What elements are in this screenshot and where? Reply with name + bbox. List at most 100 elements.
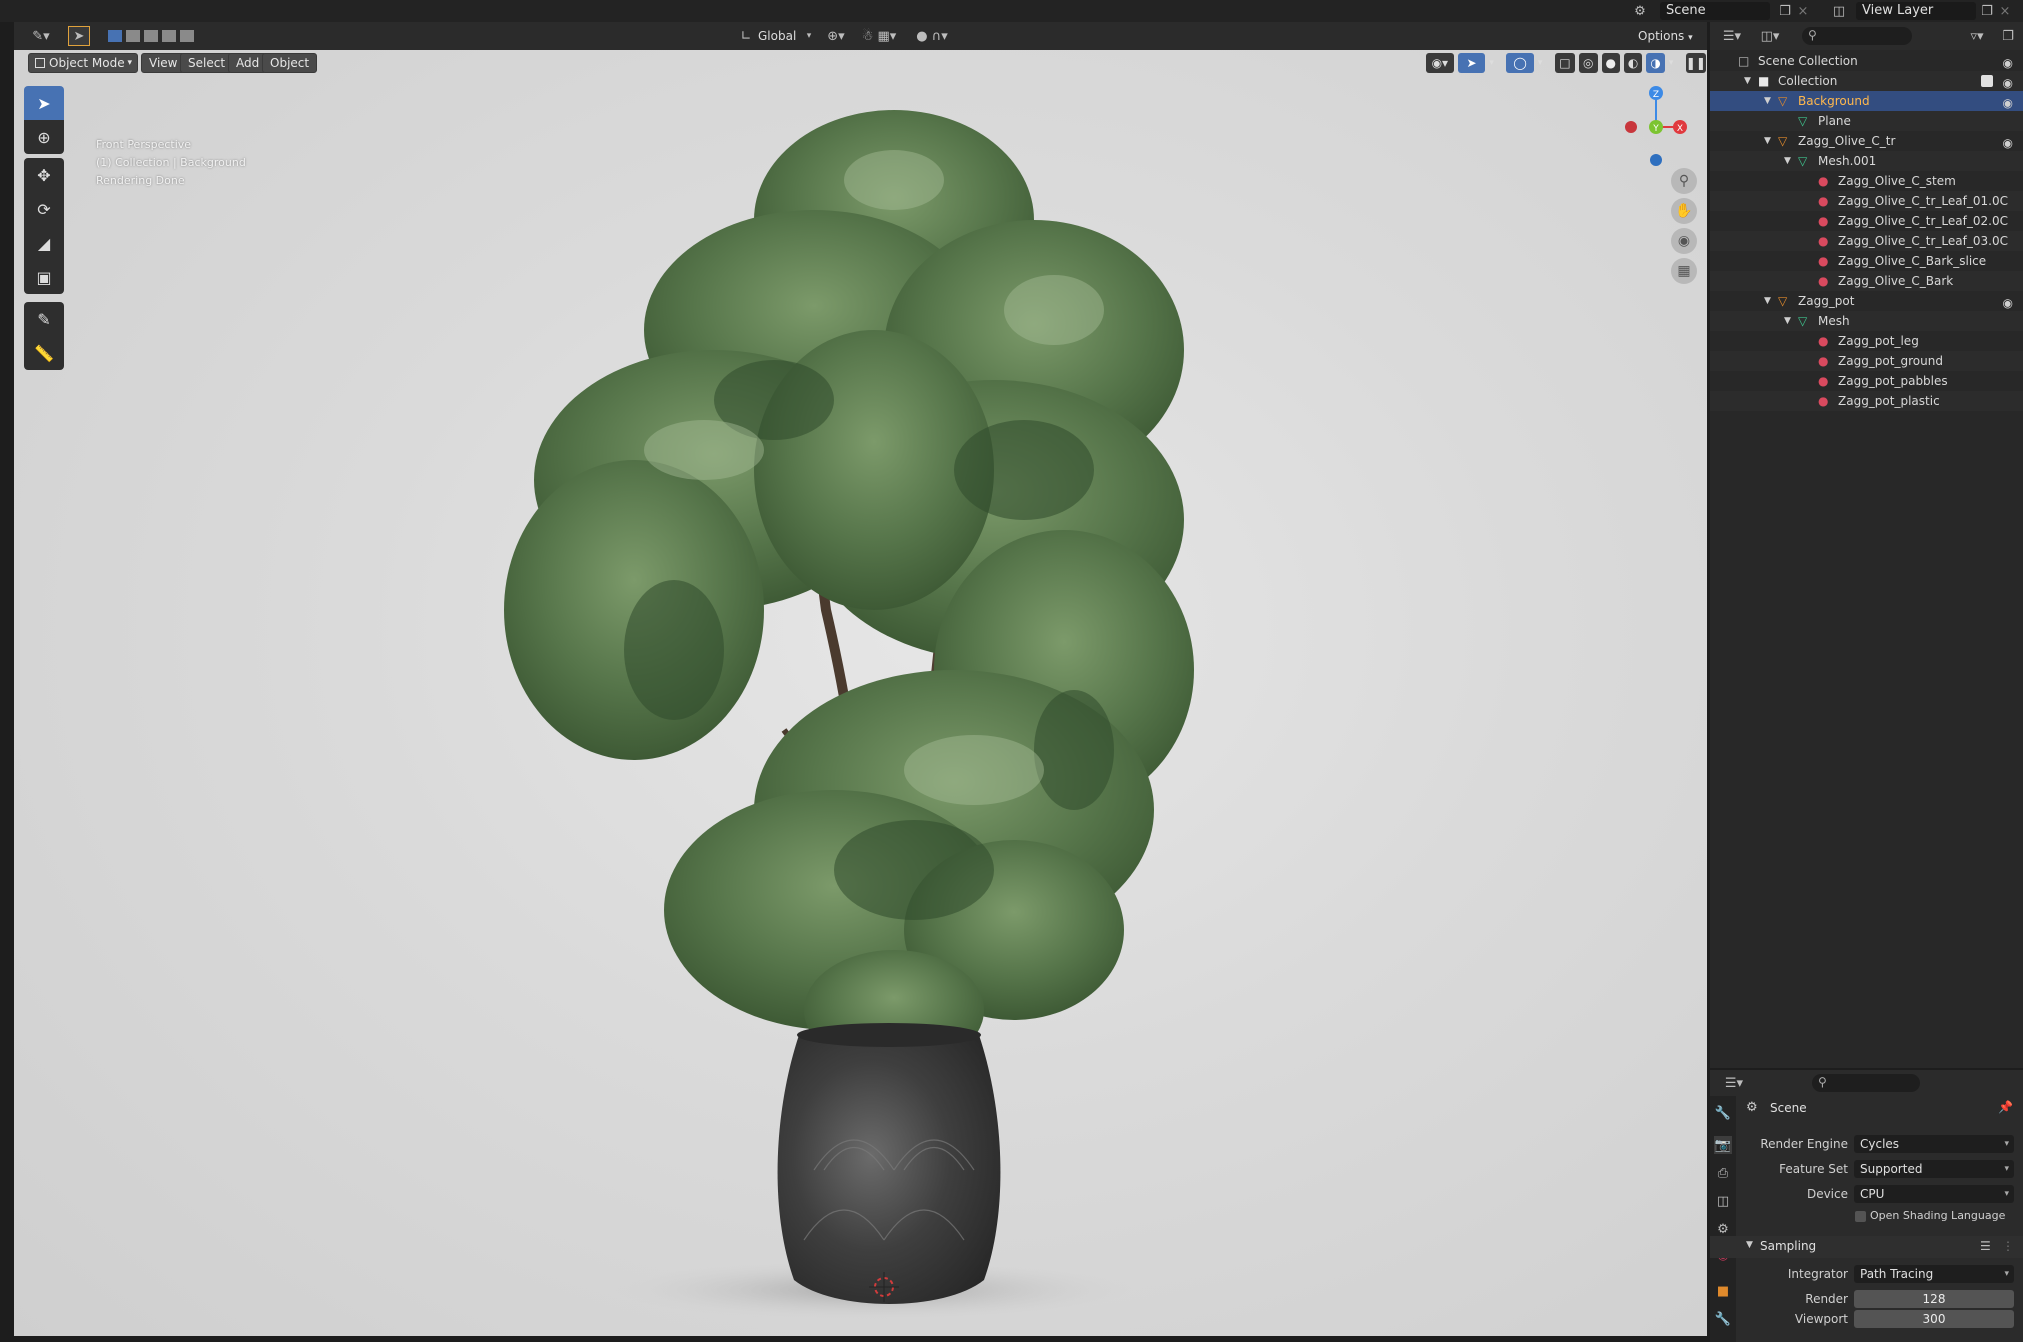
- select-menu[interactable]: Select: [180, 53, 234, 73]
- drag-handle-icon[interactable]: ⋮: [2002, 1239, 2014, 1253]
- osl-checkbox[interactable]: [1855, 1211, 1866, 1222]
- properties-editor-type-icon[interactable]: ☰▾: [1720, 1074, 1748, 1092]
- expand-toggle-icon[interactable]: ▼: [1784, 151, 1791, 171]
- camera-icon[interactable]: ◉: [1671, 228, 1697, 254]
- outliner-row-mesh[interactable]: ▼ ▽ Mesh: [1710, 311, 2023, 331]
- properties-search-input[interactable]: ⚲: [1812, 1074, 1920, 1092]
- outliner-row-zagg-olive-c-stem[interactable]: ● Zagg_Olive_C_stem: [1710, 171, 2023, 191]
- expand-toggle-icon[interactable]: ▼: [1764, 131, 1771, 151]
- proportional-editing-icon[interactable]: ● ∩▾: [912, 27, 952, 45]
- object-mode-dropdown[interactable]: Object Mode ▾: [28, 53, 138, 73]
- 3d-viewport[interactable]: Object Mode ▾ Front Perspective (1) Coll…: [14, 50, 1707, 1336]
- outliner-row-zagg-olive-c-tr-leaf-03-0c[interactable]: ● Zagg_Olive_C_tr_Leaf_03.0C: [1710, 231, 2023, 251]
- pin-icon[interactable]: 📌: [1998, 1100, 2013, 1114]
- rendered-shading-icon[interactable]: ◑: [1646, 53, 1665, 73]
- rotate-tool[interactable]: ⟳: [24, 192, 64, 226]
- view-layer-selector[interactable]: View Layer: [1856, 2, 1976, 20]
- outliner-row-plane[interactable]: ▽ Plane: [1710, 111, 2023, 131]
- object-tab-icon[interactable]: ■: [1714, 1282, 1732, 1300]
- perspective-grid-icon[interactable]: ▦: [1671, 258, 1697, 284]
- outliner-row-scene-collection[interactable]: □ Scene Collection ◉: [1710, 51, 2023, 71]
- visibility-icon[interactable]: ◉▾: [1426, 53, 1454, 73]
- render-samples-field[interactable]: 128: [1854, 1290, 2014, 1308]
- chevron-down-icon[interactable]: ▾: [804, 27, 814, 45]
- scale-tool[interactable]: ◢: [24, 226, 64, 260]
- outliner-row-zagg-olive-c-bark-slice[interactable]: ● Zagg_Olive_C_Bark_slice: [1710, 251, 2023, 271]
- sampling-panel-header[interactable]: ▼ Sampling ☰ ⋮: [1710, 1236, 2023, 1258]
- exclude-checkbox[interactable]: [1981, 75, 1993, 87]
- selection-mode-icons[interactable]: [106, 27, 196, 45]
- cursor-tool[interactable]: ⊕: [24, 120, 64, 154]
- new-scene-icon[interactable]: ❐: [1776, 2, 1794, 20]
- chevron-down-icon[interactable]: ▾: [1538, 53, 1551, 73]
- transform-tool[interactable]: ▣: [24, 260, 64, 294]
- view-menu[interactable]: View: [141, 53, 186, 73]
- expand-toggle-icon[interactable]: ▼: [1764, 91, 1771, 111]
- material-shading-icon[interactable]: ◐: [1623, 53, 1643, 73]
- navigation-gizmo[interactable]: Z X Y: [1611, 82, 1701, 172]
- outliner-row-mesh-001[interactable]: ▼ ▽ Mesh.001: [1710, 151, 2023, 171]
- modifier-tab-icon[interactable]: 🔧: [1714, 1310, 1732, 1328]
- new-collection-icon[interactable]: ❐: [1998, 27, 2018, 45]
- options-dropdown[interactable]: Options ▾: [1638, 27, 1698, 45]
- display-mode-icon[interactable]: ◫▾: [1756, 27, 1784, 45]
- expand-toggle-icon[interactable]: ▼: [1744, 71, 1751, 91]
- filter-icon[interactable]: ▿▾: [1962, 27, 1992, 45]
- outliner-row-zagg-olive-c-tr[interactable]: ▼ ▽ Zagg_Olive_C_tr ◉: [1710, 131, 2023, 151]
- feature-set-dropdown[interactable]: Supported ▾: [1854, 1160, 2014, 1178]
- overlays-icon[interactable]: ◯: [1506, 53, 1534, 73]
- close-view-layer-icon[interactable]: ×: [1998, 2, 2012, 20]
- zoom-icon[interactable]: ⚲: [1671, 168, 1697, 194]
- move-tool[interactable]: ✥: [24, 158, 64, 192]
- expand-toggle-icon[interactable]: ▼: [1764, 291, 1771, 311]
- transform-orientation-dropdown[interactable]: Global: [758, 27, 796, 45]
- pause-icon[interactable]: ❚❚: [1685, 53, 1706, 73]
- device-dropdown[interactable]: CPU ▾: [1854, 1185, 2014, 1203]
- wireframe-shading-icon[interactable]: ◎: [1579, 53, 1598, 73]
- viewport-samples-field[interactable]: 300: [1854, 1310, 2014, 1328]
- close-icon[interactable]: ×: [1796, 2, 1810, 20]
- outliner-row-zagg-pot-leg[interactable]: ● Zagg_pot_leg: [1710, 331, 2023, 351]
- chevron-down-icon[interactable]: ▾: [1489, 53, 1502, 73]
- measure-tool[interactable]: 📏: [24, 336, 64, 370]
- xray-icon[interactable]: □: [1554, 53, 1576, 73]
- eye-visibility-icon[interactable]: ◉: [2003, 93, 2013, 113]
- chevron-down-icon[interactable]: ▾: [1669, 53, 1682, 73]
- object-menu[interactable]: Object: [262, 53, 318, 73]
- view-layer-tab-icon[interactable]: ◫: [1714, 1192, 1732, 1210]
- eye-visibility-icon[interactable]: ◉: [2003, 73, 2013, 93]
- tool-tab-icon[interactable]: 🔧: [1714, 1104, 1732, 1122]
- snapping-icon[interactable]: ☃ ▦▾: [856, 27, 902, 45]
- expand-toggle-icon[interactable]: ▼: [1784, 311, 1791, 331]
- output-tab-icon[interactable]: ⎙: [1714, 1164, 1732, 1182]
- outliner-row-zagg-pot-plastic[interactable]: ● Zagg_pot_plastic: [1710, 391, 2023, 411]
- outliner-row-background[interactable]: ▼ ▽ Background ◉: [1710, 91, 2023, 111]
- view-layer-icon[interactable]: ◫: [1826, 2, 1852, 20]
- eye-visibility-icon[interactable]: ◉: [2003, 53, 2013, 73]
- outliner-row-zagg-pot[interactable]: ▼ ▽ Zagg_pot ◉: [1710, 291, 2023, 311]
- editor-type-icon[interactable]: ✎▾: [26, 26, 56, 46]
- outliner-row-collection[interactable]: ▼ ■ Collection ◉: [1710, 71, 2023, 91]
- render-engine-dropdown[interactable]: Cycles ▾: [1854, 1135, 2014, 1153]
- scene-icon[interactable]: ⚙: [1628, 2, 1652, 20]
- outliner-row-zagg-olive-c-bark[interactable]: ● Zagg_Olive_C_Bark: [1710, 271, 2023, 291]
- outliner-row-zagg-olive-c-tr-leaf-02-0c[interactable]: ● Zagg_Olive_C_tr_Leaf_02.0C: [1710, 211, 2023, 231]
- select-tool-icon[interactable]: ➤: [68, 26, 90, 46]
- eye-visibility-icon[interactable]: ◉: [2003, 293, 2013, 313]
- new-view-layer-icon[interactable]: ❐: [1978, 2, 1996, 20]
- select-box-tool[interactable]: ➤: [24, 86, 64, 120]
- outliner-editor-type-icon[interactable]: ☰▾: [1718, 27, 1746, 45]
- outliner-row-zagg-olive-c-tr-leaf-01-0c[interactable]: ● Zagg_Olive_C_tr_Leaf_01.0C: [1710, 191, 2023, 211]
- solid-shading-icon[interactable]: ●: [1601, 53, 1620, 73]
- outliner-search-input[interactable]: ⚲: [1802, 27, 1912, 45]
- presets-list-icon[interactable]: ☰: [1980, 1239, 1991, 1253]
- render-tab-icon[interactable]: 📷: [1714, 1136, 1732, 1154]
- scene-selector[interactable]: Scene: [1660, 2, 1770, 20]
- gizmo-toggle-icon[interactable]: ➤: [1457, 53, 1486, 73]
- pan-hand-icon[interactable]: ✋: [1671, 198, 1697, 224]
- pivot-point-icon[interactable]: ⊕▾: [822, 27, 850, 45]
- outliner-row-zagg-pot-ground[interactable]: ● Zagg_pot_ground: [1710, 351, 2023, 371]
- eye-visibility-icon[interactable]: ◉: [2003, 133, 2013, 153]
- annotate-tool[interactable]: ✎: [24, 302, 64, 336]
- outliner-row-zagg-pot-pabbles[interactable]: ● Zagg_pot_pabbles: [1710, 371, 2023, 391]
